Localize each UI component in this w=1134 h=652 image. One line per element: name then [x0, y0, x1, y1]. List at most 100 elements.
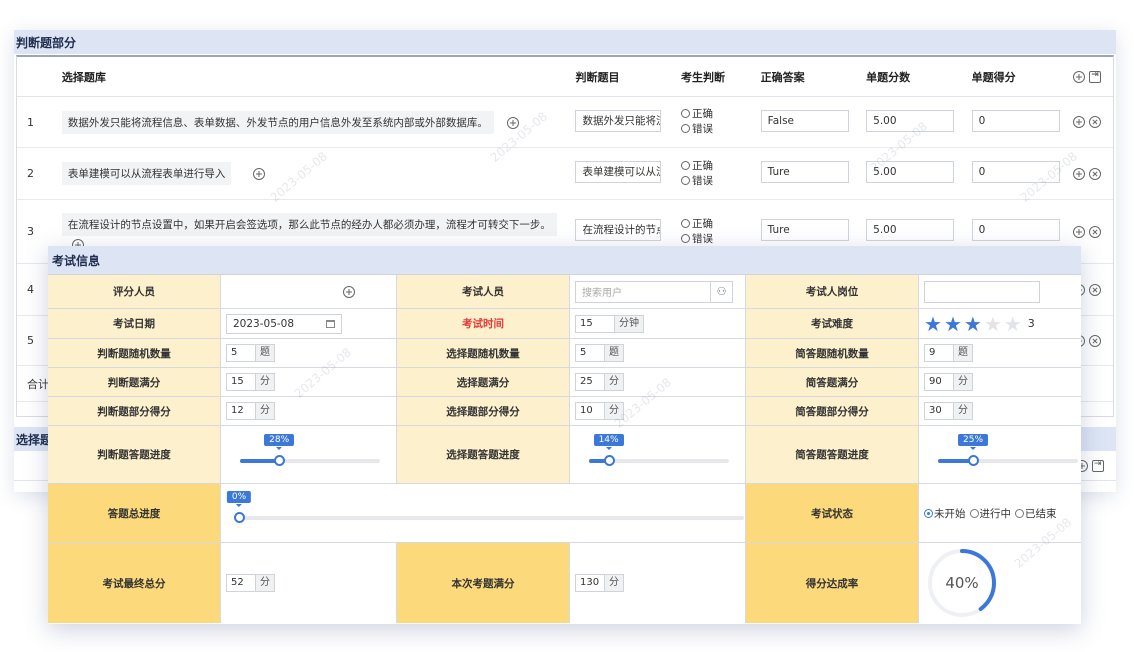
short-progress-slider[interactable]: 25%: [938, 433, 1078, 470]
radio-true[interactable]: 正确: [681, 159, 761, 174]
answer-field[interactable]: Ture: [760, 161, 849, 183]
status-label: 考试状态: [746, 484, 919, 542]
progress-tooltip: 0%: [226, 491, 252, 507]
import-icon[interactable]: [1092, 459, 1104, 472]
header-library: 选择题库: [61, 70, 106, 84]
star-icon[interactable]: ★: [984, 314, 1002, 334]
choice-count-label: 选择题随机数量: [397, 339, 570, 367]
radio-true[interactable]: 正确: [681, 217, 761, 232]
short-full-input[interactable]: 90 分: [924, 373, 973, 391]
add-library-icon[interactable]: [252, 168, 265, 180]
header-score: 单题分数: [866, 70, 911, 84]
score-field[interactable]: 5.00: [866, 219, 955, 241]
delete-row-icon[interactable]: [1089, 225, 1102, 238]
radio-false[interactable]: 错误: [681, 174, 761, 189]
exam-info-panel: 考试信息 评分人员 考试人员 搜索用户 ⚇ 考试人岗位 考试日期 2023-05…: [48, 246, 1081, 624]
calendar-icon[interactable]: [326, 319, 335, 328]
status-option-not-started[interactable]: 未开始: [924, 506, 966, 521]
score-field[interactable]: 5.00: [866, 109, 955, 132]
rate-value: 40%: [945, 574, 979, 592]
difficulty-rating[interactable]: ★ ★ ★ ★ ★: [924, 314, 1022, 334]
judge-progress-label: 判断题答题进度: [48, 426, 221, 483]
question-field[interactable]: 在流程设计的节点: [575, 219, 662, 241]
short-count-input[interactable]: 9题: [924, 344, 973, 362]
slider-handle[interactable]: [968, 454, 979, 466]
table-row: 2 表单建模可以从流程表单进行导入 表单建模可以从流 正确 错误 Ture 5.…: [17, 148, 1113, 200]
exam-info-title: 考试信息: [48, 246, 1081, 274]
question-field[interactable]: 表单建模可以从流: [575, 161, 662, 183]
delete-row-icon[interactable]: [1089, 334, 1101, 347]
got-field[interactable]: 0: [971, 219, 1060, 241]
final-score-input[interactable]: 52 分: [226, 574, 275, 592]
got-field[interactable]: 0: [971, 109, 1060, 132]
choice-count-input[interactable]: 5题: [575, 344, 624, 362]
add-row-icon[interactable]: [1073, 116, 1086, 128]
judge-part-input[interactable]: 12 分: [226, 402, 275, 420]
radio-true[interactable]: 正确: [681, 107, 761, 122]
date-label: 考试日期: [48, 309, 221, 338]
delete-row-icon[interactable]: [1089, 167, 1102, 180]
progress-tooltip: 28%: [264, 433, 295, 450]
status-option-in-progress[interactable]: 进行中: [969, 506, 1011, 521]
library-text: 在流程设计的节点设置中，如果开启会签选项，那么此节点的经办人都必须办理，流程才可…: [61, 212, 557, 236]
difficulty-label: 考试难度: [746, 309, 919, 338]
date-input[interactable]: 2023-05-08: [226, 313, 342, 334]
add-row-icon[interactable]: [1073, 167, 1086, 180]
choice-part-input[interactable]: 10 分: [575, 402, 624, 420]
rate-ring: 40%: [926, 547, 998, 619]
progress-tooltip: 25%: [957, 433, 989, 450]
star-icon[interactable]: ★: [924, 314, 942, 334]
got-field[interactable]: 0: [971, 161, 1060, 183]
row-index: 3: [27, 225, 34, 238]
add-row-icon[interactable]: [1073, 70, 1086, 83]
judge-count-input[interactable]: 5题: [226, 344, 275, 362]
add-grader-icon[interactable]: [342, 285, 355, 298]
radio-false[interactable]: 错误: [681, 122, 761, 137]
star-icon[interactable]: ★: [964, 314, 982, 334]
score-field[interactable]: 5.00: [866, 161, 955, 183]
answer-field[interactable]: Ture: [760, 219, 849, 241]
header-got: 单题得分: [971, 70, 1016, 84]
slider-handle[interactable]: [234, 512, 245, 523]
question-field[interactable]: 数据外发只能将流: [575, 109, 662, 132]
final-score-label: 考试最终总分: [48, 543, 221, 623]
judge-progress-slider[interactable]: 28%: [240, 433, 380, 470]
time-input[interactable]: 15 分钟: [575, 314, 644, 333]
examinee-search-input[interactable]: 搜索用户 ⚇: [575, 280, 733, 303]
choice-full-input[interactable]: 25 分: [575, 373, 624, 391]
header-question: 判断题目: [575, 70, 620, 84]
radio-false[interactable]: 错误: [681, 232, 761, 247]
total-progress-slider[interactable]: 0%: [226, 491, 744, 527]
status-option-finished[interactable]: 已结束: [1015, 506, 1057, 521]
choice-progress-label: 选择题答题进度: [397, 426, 570, 483]
status-radio-group[interactable]: 未开始 进行中 已结束: [924, 506, 1057, 521]
slider-handle[interactable]: [603, 454, 615, 466]
grader-field[interactable]: [221, 275, 397, 308]
add-library-icon[interactable]: [507, 116, 520, 129]
choice-full-label: 选择题满分: [397, 368, 570, 396]
full-score-input[interactable]: 130 分: [575, 574, 624, 592]
delete-row-icon[interactable]: [1089, 116, 1102, 128]
position-label: 考试人岗位: [746, 275, 919, 308]
add-row-icon[interactable]: [1073, 225, 1086, 238]
judge-part-label: 判断题部分得分: [48, 397, 221, 425]
answer-field[interactable]: False: [760, 109, 849, 132]
user-icon[interactable]: ⚇: [710, 281, 732, 302]
judge-full-input[interactable]: 15 分: [226, 373, 275, 391]
short-part-input[interactable]: 30 分: [924, 402, 973, 420]
delete-row-icon[interactable]: [1089, 283, 1101, 296]
slider-handle[interactable]: [274, 454, 286, 466]
choice-part-label: 选择题部分得分: [397, 397, 570, 425]
star-icon[interactable]: ★: [1004, 314, 1022, 334]
header-judgement: 考生判断: [681, 70, 725, 84]
choice-progress-slider[interactable]: 14%: [589, 433, 729, 470]
import-icon[interactable]: [1089, 70, 1102, 83]
sum-label: 合计: [27, 377, 49, 391]
star-icon[interactable]: ★: [944, 314, 962, 334]
grader-label: 评分人员: [48, 275, 221, 308]
examinee-label: 考试人员: [397, 275, 570, 308]
short-progress-label: 简答题答题进度: [746, 426, 919, 483]
short-count-label: 简答题随机数量: [746, 339, 919, 367]
position-input[interactable]: [924, 280, 1040, 303]
library-text: 数据外发只能将流程信息、表单数据、外发节点的用户信息外发至系统内部或外部数据库。: [61, 110, 494, 134]
